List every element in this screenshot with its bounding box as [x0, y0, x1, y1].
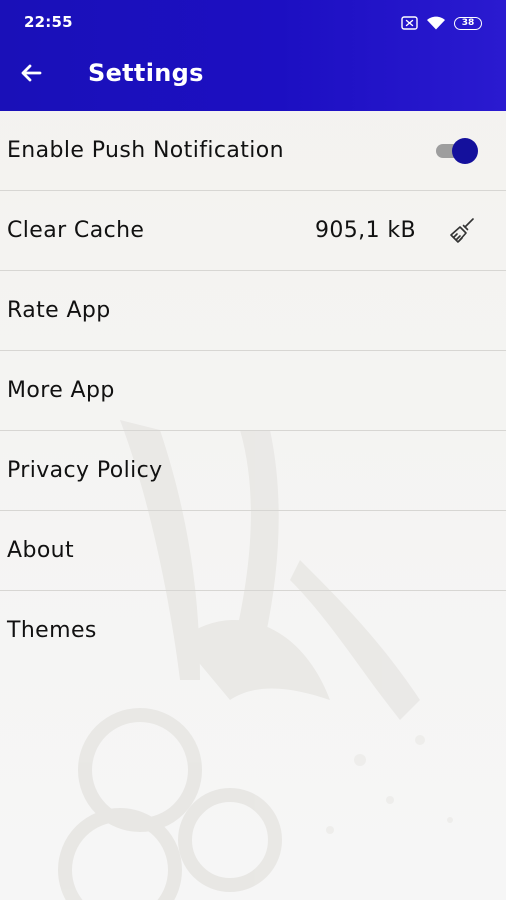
- setting-label: Clear Cache: [7, 218, 145, 243]
- setting-clear-cache[interactable]: Clear Cache 905,1 kB: [0, 191, 506, 271]
- status-time: 22:55: [24, 13, 73, 31]
- arrow-left-icon[interactable]: [16, 58, 46, 88]
- cache-size-value: 905,1 kB: [314, 218, 416, 243]
- setting-label: Rate App: [7, 298, 111, 323]
- setting-privacy-policy[interactable]: Privacy Policy: [0, 431, 506, 511]
- push-notification-toggle[interactable]: [436, 138, 480, 164]
- broom-icon[interactable]: [446, 215, 478, 247]
- page-title: Settings: [88, 59, 204, 87]
- app-bar: 22:55 38 Settings: [0, 0, 506, 111]
- setting-label: Privacy Policy: [7, 458, 163, 483]
- setting-about[interactable]: About: [0, 511, 506, 591]
- battery-level: 38: [461, 17, 475, 28]
- battery-icon: 38: [454, 16, 482, 30]
- setting-themes[interactable]: Themes: [0, 591, 506, 670]
- sim-icon: [401, 16, 418, 30]
- wifi-icon: [427, 16, 445, 30]
- status-icons: 38: [401, 12, 482, 34]
- setting-more-app[interactable]: More App: [0, 351, 506, 431]
- setting-label: More App: [7, 378, 115, 403]
- setting-push-notification[interactable]: Enable Push Notification: [0, 111, 506, 191]
- setting-rate-app[interactable]: Rate App: [0, 271, 506, 351]
- setting-label: About: [7, 538, 75, 563]
- toggle-thumb: [452, 138, 478, 164]
- setting-label: Enable Push Notification: [7, 138, 284, 163]
- setting-label: Themes: [7, 618, 97, 643]
- settings-screen: 22:55 38 Settings Enable Push Notificati: [0, 0, 506, 900]
- status-bar: 22:55 38: [0, 0, 506, 46]
- settings-list: Enable Push Notification Clear Cache 905…: [0, 111, 506, 670]
